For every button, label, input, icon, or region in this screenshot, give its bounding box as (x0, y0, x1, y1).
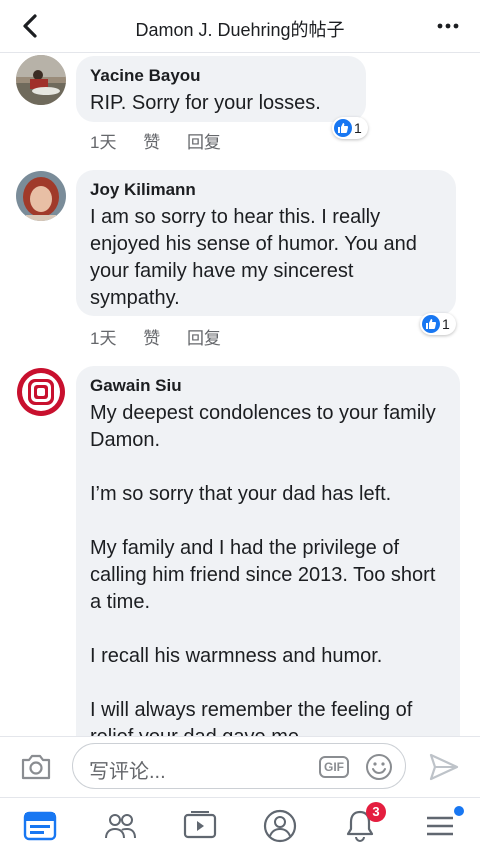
top-bar: Damon J. Duehring的帖子 (0, 0, 480, 53)
gif-button[interactable]: GIF (319, 756, 349, 778)
tab-profile[interactable] (262, 808, 298, 844)
comment-meta: 1天 赞 回复 (90, 324, 243, 349)
news-feed-icon (23, 811, 57, 841)
emoji-icon[interactable] (365, 753, 393, 781)
tab-menu[interactable] (422, 806, 464, 844)
comment-author[interactable]: Joy Kilimann (90, 180, 442, 200)
like-button[interactable]: 赞 (143, 329, 160, 348)
comment-text: My deepest condolences to your family Da… (90, 402, 436, 736)
comment-bubble[interactable]: Yacine Bayou RIP. Sorry for your losses. (76, 56, 366, 122)
comment-placeholder: 写评论... (89, 761, 166, 783)
comment-composer: 写评论... GIF (0, 736, 480, 797)
notification-badge: 3 (366, 802, 386, 822)
reply-button[interactable]: 回复 (187, 133, 221, 152)
tab-friends[interactable] (102, 808, 138, 844)
comment-bubble[interactable]: Joy Kilimann I am so sorry to hear this.… (76, 170, 456, 316)
menu-indicator-dot (454, 806, 464, 816)
avatar[interactable] (16, 55, 66, 105)
reaction-count[interactable]: 1 (420, 313, 456, 335)
comment-time: 1天 (90, 329, 117, 348)
profile-icon (263, 809, 297, 843)
comment-text: RIP. Sorry for your losses. (90, 92, 321, 114)
reaction-number: 1 (442, 316, 450, 332)
tab-watch[interactable] (182, 808, 218, 844)
reaction-number: 1 (354, 120, 362, 136)
comment-author[interactable]: Yacine Bayou (90, 66, 352, 86)
menu-icon (427, 816, 453, 836)
comment-meta: 1天 赞 回复 (90, 128, 243, 153)
more-options-icon[interactable] (436, 14, 460, 38)
like-reaction-icon (422, 315, 440, 333)
camera-icon[interactable] (20, 752, 52, 782)
tab-news-feed[interactable] (22, 808, 58, 844)
comment-author[interactable]: Gawain Siu (90, 376, 446, 396)
comments-list: Yacine Bayou RIP. Sorry for your losses.… (0, 53, 480, 736)
reply-button[interactable]: 回复 (187, 329, 221, 348)
watch-icon (183, 811, 217, 839)
comment-text: I am so sorry to hear this. I really enj… (90, 206, 417, 309)
avatar[interactable] (16, 171, 66, 221)
tab-notifications[interactable]: 3 (342, 802, 386, 844)
page-title: Damon J. Duehring的帖子 (135, 20, 345, 40)
avatar[interactable] (16, 367, 66, 417)
bottom-tab-bar: 3 (0, 797, 480, 854)
friends-icon (105, 814, 136, 839)
comment-bubble[interactable]: Gawain Siu My deepest condolences to you… (76, 366, 460, 736)
comment-input[interactable]: 写评论... GIF (72, 743, 406, 789)
reaction-count[interactable]: 1 (332, 117, 368, 139)
send-icon[interactable] (428, 752, 460, 782)
like-button[interactable]: 赞 (143, 133, 160, 152)
comment-time: 1天 (90, 133, 117, 152)
like-reaction-icon (334, 119, 352, 137)
